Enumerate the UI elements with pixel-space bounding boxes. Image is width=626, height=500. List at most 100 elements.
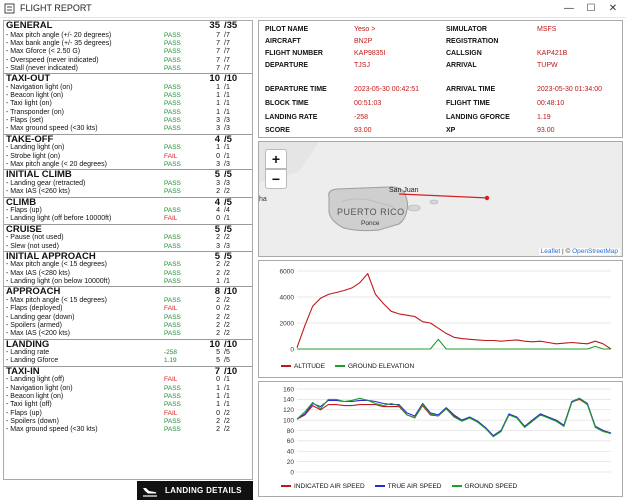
- legend-label: TRUE AIR SPEED: [387, 483, 442, 490]
- criterion-label: - Flaps (up): [6, 409, 42, 417]
- section-header: CRUISE 5/5: [4, 223, 252, 234]
- section-header: TAXI-OUT 10/10: [4, 73, 252, 84]
- y-tick-label: 4000: [280, 294, 295, 301]
- criterion-row: - Max IAS (<200 kts) PASS 2/2: [4, 330, 252, 338]
- criterion-row: - Taxi light (off) PASS 1/1: [4, 401, 252, 409]
- legend-swatch: [281, 365, 291, 368]
- info-value: KAP421B: [537, 50, 568, 57]
- criterion-row: - Landing light (on below 10000ft) PASS 1 /…: [4, 278, 252, 286]
- criterion-max: /2: [224, 313, 230, 321]
- route-map[interactable]: + − San Juan PUERTO RICO Ponce ha Leafle…: [258, 141, 623, 257]
- criterion-label: - Max IAS (<200 kts): [6, 330, 70, 338]
- criterion-max: /1: [224, 393, 230, 400]
- zoom-out-button[interactable]: −: [265, 169, 287, 189]
- y-tick-label: 20: [287, 459, 295, 466]
- info-value: 93.00: [354, 127, 372, 134]
- info-value: TUPW: [537, 62, 558, 69]
- info-key: XP: [446, 127, 456, 134]
- criterion-label: - Taxi light (on): [6, 100, 52, 108]
- criterion-row: - Navigation light (on) PASS 1/1: [4, 385, 252, 393]
- criterion-result: FAIL: [164, 215, 178, 223]
- legend-label: GROUND SPEED: [464, 483, 518, 490]
- legend-item: TRUE AIR SPEED: [374, 483, 442, 490]
- criterion-result: -258: [164, 349, 178, 357]
- section-title: GENERAL: [6, 20, 53, 31]
- criterion-row: - Overspeed (never indicated) PASS 7/7: [4, 57, 252, 65]
- criterion-result: PASS: [164, 384, 181, 392]
- criterion-points: 0: [216, 215, 220, 223]
- minimize-button[interactable]: —: [560, 1, 578, 16]
- criterion-max: /3: [224, 125, 230, 133]
- criterion-result: PASS: [164, 278, 181, 286]
- criterion-points: 2: [216, 418, 220, 426]
- criterion-row: - Beacon light (on) PASS 1/1: [4, 92, 252, 100]
- legend-swatch: [334, 365, 345, 368]
- criterion-max: /2: [224, 261, 230, 269]
- landing-details-button[interactable]: LANDING DETAILS: [137, 481, 253, 500]
- criterion-max: /5: [224, 357, 230, 365]
- y-tick-label: 80: [287, 428, 295, 435]
- criterion-result: PASS: [164, 330, 181, 338]
- close-button[interactable]: ✕: [604, 1, 622, 16]
- criterion-points: 1: [216, 384, 220, 392]
- criterion-points: 2: [216, 188, 220, 196]
- criterion-points: 3: [216, 125, 220, 133]
- criterion-label: - Landing rate: [6, 349, 50, 357]
- y-tick-label: 60: [287, 438, 295, 445]
- y-tick-label: 160: [283, 386, 294, 393]
- series-line-ground-speed: [296, 397, 612, 438]
- criterion-max: /1: [224, 144, 230, 152]
- flight-info-panel: PILOT NAME Yeso > AIRCRAFT BN2P FLIGHT NUMBE…: [258, 20, 623, 138]
- info-value: 2023-05-30 00:42:51: [354, 86, 419, 93]
- criterion-result: PASS: [164, 234, 181, 242]
- criterion-result: PASS: [164, 100, 181, 108]
- report-icon: [4, 3, 15, 14]
- y-tick-label: 40: [287, 449, 295, 456]
- info-value: 00:51:03: [354, 100, 382, 107]
- y-tick-label: 140: [283, 397, 294, 404]
- info-key: ARRIVAL TIME: [446, 86, 496, 93]
- criterion-label: - Landing gear (retracted): [6, 179, 86, 187]
- criterion-label: - Beacon light (on): [6, 393, 64, 400]
- criterion-label: - Navigation light (on): [6, 384, 73, 392]
- legend-item: GROUND SPEED: [451, 483, 518, 490]
- criterion-label: - Beacon light (on): [6, 92, 64, 100]
- criterion-result: PASS: [164, 418, 181, 426]
- info-key: FLIGHT NUMBER: [265, 50, 323, 57]
- destination-marker: [484, 195, 490, 201]
- map-canvas[interactable]: [259, 142, 623, 257]
- criterion-result: PASS: [164, 313, 181, 321]
- criterion-max: /4: [224, 207, 230, 214]
- legend-swatch: [281, 485, 291, 488]
- criterion-points: 7: [216, 56, 220, 64]
- title-bar: FLIGHT REPORT — ☐ ✕: [0, 0, 626, 18]
- criterion-result: PASS: [164, 242, 181, 250]
- criterion-points: 2: [216, 269, 220, 277]
- criterion-max: /1: [224, 215, 230, 223]
- criterion-result: PASS: [164, 56, 181, 64]
- criterion-max: /1: [224, 152, 230, 160]
- criterion-result: PASS: [164, 31, 181, 39]
- criterion-points: 7: [216, 31, 220, 39]
- info-value: KAP9835I: [354, 50, 386, 57]
- zoom-in-button[interactable]: +: [265, 149, 287, 169]
- leaflet-link[interactable]: Leaflet: [541, 248, 561, 255]
- criterion-max: /1: [224, 100, 230, 108]
- speed-chart-canvas: 160 140 120 100 80 60 40 20 0: [283, 386, 612, 476]
- criterion-row: - Max pitch angle (< 15 degrees) PASS 2/2: [4, 261, 252, 269]
- criterion-label: - Stall (never indicated): [6, 64, 78, 72]
- criterion-label: - Taxi light (off): [6, 401, 52, 409]
- section-header: TAKE-OFF 4/5: [4, 133, 252, 144]
- criterion-label: - Max pitch angle (+/- 20 degrees): [6, 31, 112, 39]
- maximize-button[interactable]: ☐: [582, 1, 600, 16]
- criterion-max: /1: [224, 92, 230, 100]
- osm-link[interactable]: OpenStreetMap: [572, 248, 618, 255]
- info-value: TJSJ: [354, 62, 370, 69]
- y-tick-label: 2000: [280, 320, 295, 327]
- criterion-label: - Max pitch angle (< 15 degrees): [6, 261, 107, 269]
- criterion-row: - Strobe light (on) FAIL 0/1: [4, 153, 252, 161]
- criterion-label: - Max IAS (<280 kts): [6, 269, 70, 277]
- criterion-max: /2: [224, 426, 230, 434]
- criterion-max: /1: [224, 278, 230, 286]
- criterion-result: PASS: [164, 39, 181, 47]
